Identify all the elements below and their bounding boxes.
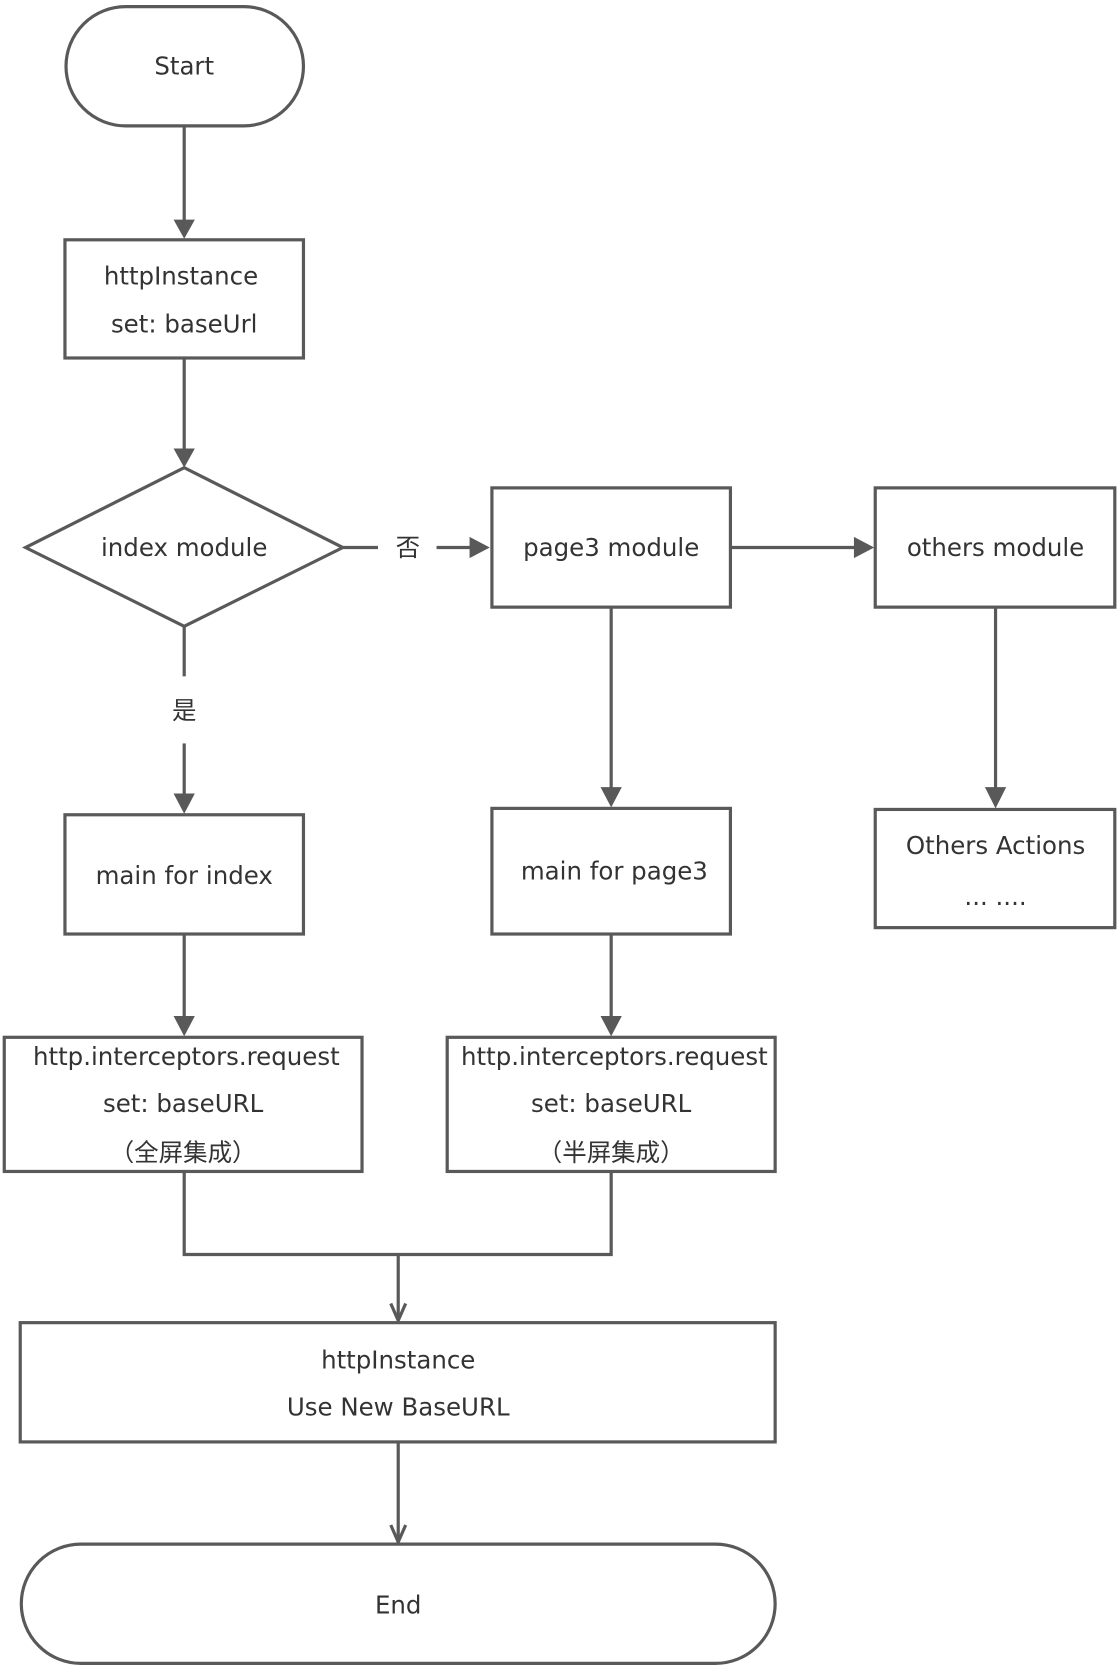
node-label: set: baseUrl (111, 309, 258, 338)
node-index-module-decision: index module (21, 465, 347, 629)
node-label: httpInstance (321, 1345, 475, 1374)
arrowhead (173, 219, 195, 239)
node-label: index module (101, 533, 267, 562)
node-label: set: baseURL (103, 1089, 264, 1118)
node-main-for-page3: main for page3 (490, 806, 733, 936)
node-http-new-baseurl: httpInstance Use New BaseURL (18, 1321, 777, 1444)
flowchart: 否 是 Start httpInstance set: baseUrl inde… (2, 5, 1117, 1665)
arrowhead (600, 1016, 622, 1037)
node-others-module: others module (873, 486, 1117, 609)
node-label: http.interceptors.request (461, 1042, 768, 1071)
node-label: set: baseURL (531, 1089, 692, 1118)
node-label: Others Actions (906, 831, 1085, 860)
arrowhead (469, 536, 490, 559)
edge-label-yes: 是 (172, 696, 196, 725)
node-start: Start (64, 5, 306, 128)
edge-merge (182, 1171, 613, 1257)
arrowhead (600, 787, 622, 808)
arrowhead (984, 787, 1007, 809)
node-label: http.interceptors.request (33, 1042, 340, 1071)
edge-label-no: 否 (396, 533, 420, 562)
node-label: ... .... (964, 882, 1026, 911)
node-http-instance: httpInstance set: baseUrl (63, 238, 306, 360)
arrowhead (173, 1016, 195, 1037)
arrowhead (853, 536, 875, 559)
node-interceptor-half: http.interceptors.request set: baseURL （… (445, 1035, 777, 1174)
node-label: others module (907, 533, 1084, 562)
arrowhead (173, 448, 195, 468)
node-interceptor-full: http.interceptors.request set: baseURL （… (2, 1035, 364, 1174)
node-label: （半屏集成） (538, 1138, 685, 1167)
node-page3-module: page3 module (490, 486, 733, 609)
node-label: main for index (96, 861, 273, 890)
node-others-actions: Others Actions ... .... (873, 807, 1117, 930)
node-label: End (375, 1590, 422, 1619)
node-end: End (19, 1542, 777, 1665)
node-label: Start (154, 52, 214, 81)
arrowhead (173, 793, 195, 814)
node-main-for-index: main for index (63, 813, 306, 936)
node-label: main for page3 (521, 857, 708, 886)
node-label: httpInstance (104, 262, 258, 291)
node-label: page3 module (523, 533, 699, 562)
node-label: Use New BaseURL (287, 1392, 510, 1421)
node-label: （全屏集成） (110, 1138, 257, 1167)
